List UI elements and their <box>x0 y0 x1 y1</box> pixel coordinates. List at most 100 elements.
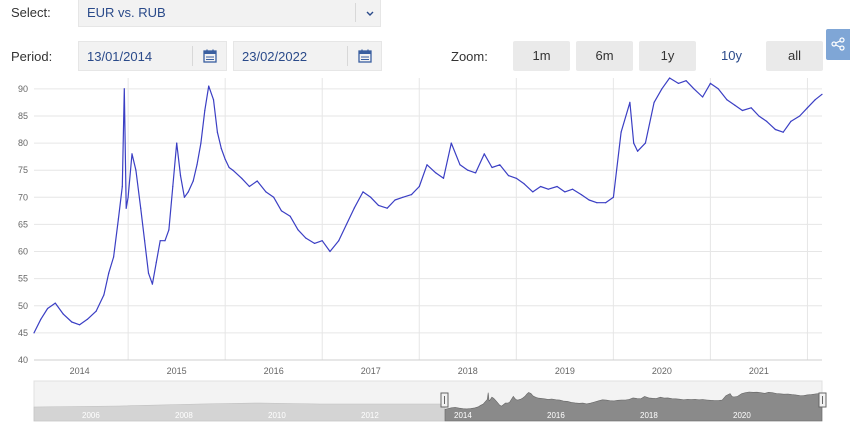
data-point <box>709 82 712 84</box>
zoom-all-button[interactable]: all <box>766 41 823 71</box>
data-point <box>155 261 157 263</box>
y-tick-label: 80 <box>18 138 28 148</box>
data-point <box>402 196 404 198</box>
data-point <box>117 218 119 220</box>
data-point <box>313 242 316 244</box>
data-point <box>459 164 461 166</box>
date-to-value: 23/02/2022 <box>242 49 308 64</box>
data-point <box>140 207 142 209</box>
y-axis-ticks: 40 45 50 55 60 65 70 75 80 85 90 <box>18 84 28 365</box>
calendar-icon[interactable] <box>203 49 217 63</box>
data-point <box>86 318 88 320</box>
data-point <box>159 240 161 242</box>
data-point <box>669 77 671 79</box>
date-to-field[interactable]: 23/02/2022 <box>233 41 382 71</box>
navigator-label: 2020 <box>733 411 751 420</box>
zoom-1m-button[interactable]: 1m <box>513 41 570 71</box>
data-point <box>814 99 816 101</box>
select-label: Select: <box>11 5 51 20</box>
navigator-label: 2010 <box>268 411 286 420</box>
data-point <box>633 142 635 144</box>
data-point <box>426 164 428 166</box>
data-point <box>491 166 493 169</box>
x-tick-label: 2017 <box>361 366 381 376</box>
zoom-1y-button[interactable]: 1y <box>639 41 696 71</box>
data-point <box>179 175 182 177</box>
data-point <box>418 185 420 188</box>
data-point <box>620 131 622 133</box>
data-point <box>265 191 267 193</box>
calendar-icon[interactable] <box>358 49 372 63</box>
data-point <box>644 142 647 144</box>
data-point <box>677 82 680 84</box>
data-point <box>183 196 185 198</box>
data-point <box>758 115 760 117</box>
x-tick-label: 2018 <box>458 366 478 376</box>
x-axis-ticks: 2014 2015 2016 2017 2018 2019 2020 2021 <box>70 366 769 376</box>
period-label: Period: <box>11 49 53 64</box>
data-point <box>192 180 194 182</box>
data-point <box>790 120 792 122</box>
date-from-field[interactable]: 13/01/2014 <box>78 41 227 71</box>
date-to-divider <box>347 46 348 66</box>
data-point <box>410 194 413 196</box>
zoom-10y-button[interactable]: 10y <box>703 41 760 71</box>
data-point <box>172 185 174 188</box>
y-tick-label: 90 <box>18 84 28 94</box>
data-point <box>596 202 598 204</box>
data-point <box>806 107 809 109</box>
data-point <box>394 199 396 201</box>
data-point <box>483 153 485 155</box>
data-point <box>248 185 250 188</box>
x-tick-label: 2021 <box>749 366 769 376</box>
navigator-label: 2018 <box>640 411 658 420</box>
data-point <box>661 88 663 90</box>
data-point <box>612 196 615 198</box>
currency-pair-select[interactable]: EUR vs. RUB <box>78 0 381 27</box>
data-point <box>572 188 574 190</box>
series-line <box>33 77 823 334</box>
data-point <box>305 237 307 239</box>
chart-grid <box>34 78 822 361</box>
data-point <box>131 153 133 155</box>
share-button[interactable] <box>826 29 850 60</box>
navigator-label: 2008 <box>175 411 193 420</box>
data-point <box>216 131 218 133</box>
data-point <box>79 324 81 326</box>
data-point <box>540 185 542 188</box>
data-point <box>212 99 215 101</box>
data-point <box>329 250 331 253</box>
data-point <box>147 272 150 274</box>
data-point <box>353 207 355 209</box>
navigator-label: 2006 <box>82 411 100 420</box>
data-point <box>224 158 226 160</box>
data-point <box>653 101 655 103</box>
data-point <box>228 166 230 169</box>
data-point <box>208 85 210 87</box>
date-from-divider <box>192 46 193 66</box>
x-tick-label: 2020 <box>652 366 672 376</box>
data-point <box>176 142 178 144</box>
data-point <box>475 172 477 174</box>
data-point <box>125 207 127 209</box>
navigator-background <box>33 380 823 422</box>
data-point <box>289 215 291 217</box>
data-point <box>750 107 752 109</box>
data-point <box>702 96 704 98</box>
data-point <box>605 202 607 204</box>
navigator-history-area <box>33 402 446 422</box>
x-tick-label: 2014 <box>70 366 90 376</box>
navigator-handle-left <box>440 392 449 408</box>
zoom-6m-button[interactable]: 6m <box>576 41 633 71</box>
data-point <box>108 272 110 274</box>
data-point <box>164 240 166 242</box>
data-point <box>515 177 517 179</box>
data-point <box>799 115 801 117</box>
data-point <box>33 332 35 334</box>
series-layer <box>33 77 823 334</box>
data-point <box>734 104 736 106</box>
data-point <box>168 229 170 231</box>
chevron-down-icon[interactable] <box>365 9 375 19</box>
data-point <box>507 175 510 177</box>
currency-pair-value: EUR vs. RUB <box>87 5 166 20</box>
